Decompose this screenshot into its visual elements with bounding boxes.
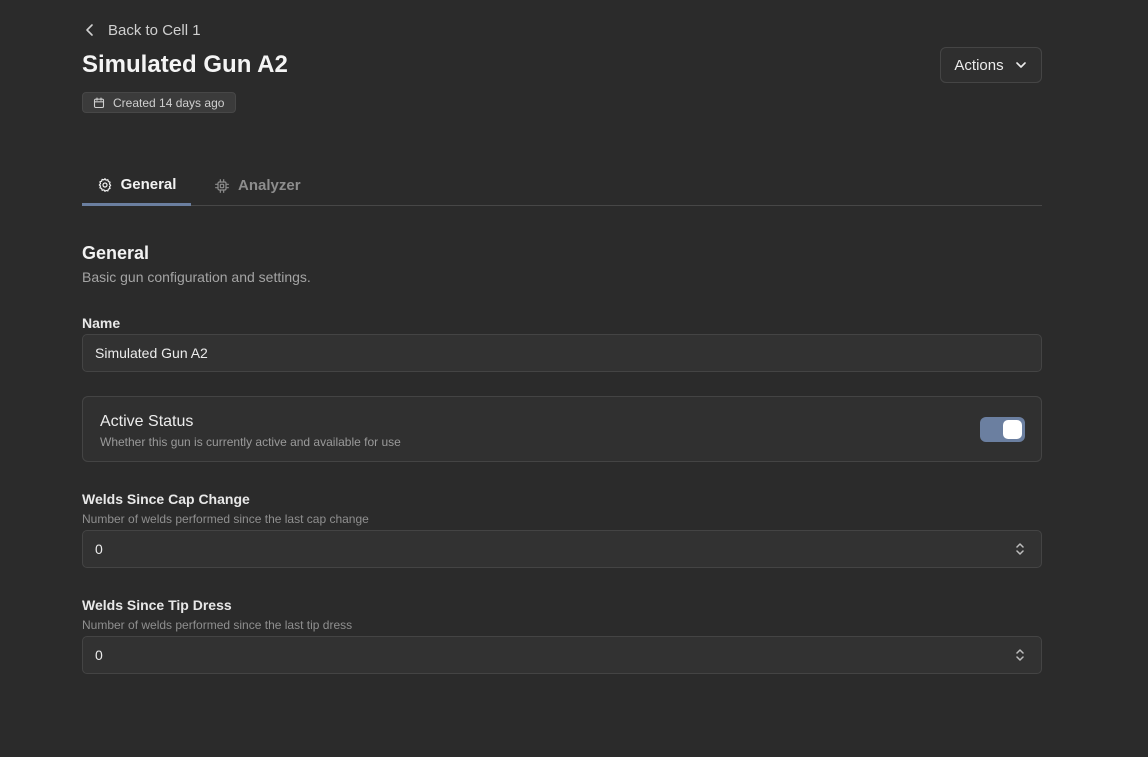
actions-button[interactable]: Actions xyxy=(940,47,1042,83)
welds-cap-change-help: Number of welds performed since the last… xyxy=(82,512,369,526)
toggle-knob xyxy=(1003,420,1022,439)
active-status-card: Active Status Whether this gun is curren… xyxy=(82,396,1042,462)
active-status-toggle[interactable] xyxy=(980,417,1025,442)
cpu-icon xyxy=(215,178,229,193)
active-status-title: Active Status xyxy=(100,413,194,430)
stepper-arrows-icon[interactable] xyxy=(1013,647,1027,663)
chevron-down-icon xyxy=(1015,62,1026,68)
section-description: Basic gun configuration and settings. xyxy=(82,269,311,285)
tab-bar: General Analyzer xyxy=(82,166,1042,206)
created-badge: Created 14 days ago xyxy=(82,92,237,113)
welds-cap-change-input[interactable] xyxy=(83,531,983,567)
name-input[interactable] xyxy=(82,334,1042,372)
name-label: Name xyxy=(82,315,121,331)
active-status-description: Whether this gun is currently active and… xyxy=(100,435,401,449)
back-link-label: Back to Cell 1 xyxy=(108,21,201,39)
back-link[interactable]: Back to Cell 1 xyxy=(82,19,201,41)
welds-tip-dress-stepper xyxy=(82,636,1042,674)
page-title: Simulated Gun A2 xyxy=(82,51,288,78)
section-title: General xyxy=(82,243,150,263)
actions-button-label: Actions xyxy=(954,56,1004,74)
welds-tip-dress-label: Welds Since Tip Dress xyxy=(82,597,232,613)
stepper-arrows-icon[interactable] xyxy=(1013,541,1027,557)
welds-cap-change-label: Welds Since Cap Change xyxy=(82,491,250,507)
calendar-icon xyxy=(93,96,105,108)
tab-analyzer-label: Analyzer xyxy=(238,177,301,194)
welds-cap-change-stepper xyxy=(82,530,1042,568)
tab-general-label: General xyxy=(120,176,177,193)
page: Back to Cell 1 Simulated Gun A2 Created … xyxy=(0,0,1148,757)
gear-icon xyxy=(98,177,111,192)
created-label: Created 14 days ago xyxy=(113,95,225,110)
tab-general[interactable]: General xyxy=(82,166,191,206)
welds-tip-dress-input[interactable] xyxy=(83,637,983,673)
chevron-left-icon xyxy=(86,24,93,36)
welds-tip-dress-help: Number of welds performed since the last… xyxy=(82,618,353,632)
tab-analyzer[interactable]: Analyzer xyxy=(214,166,301,205)
